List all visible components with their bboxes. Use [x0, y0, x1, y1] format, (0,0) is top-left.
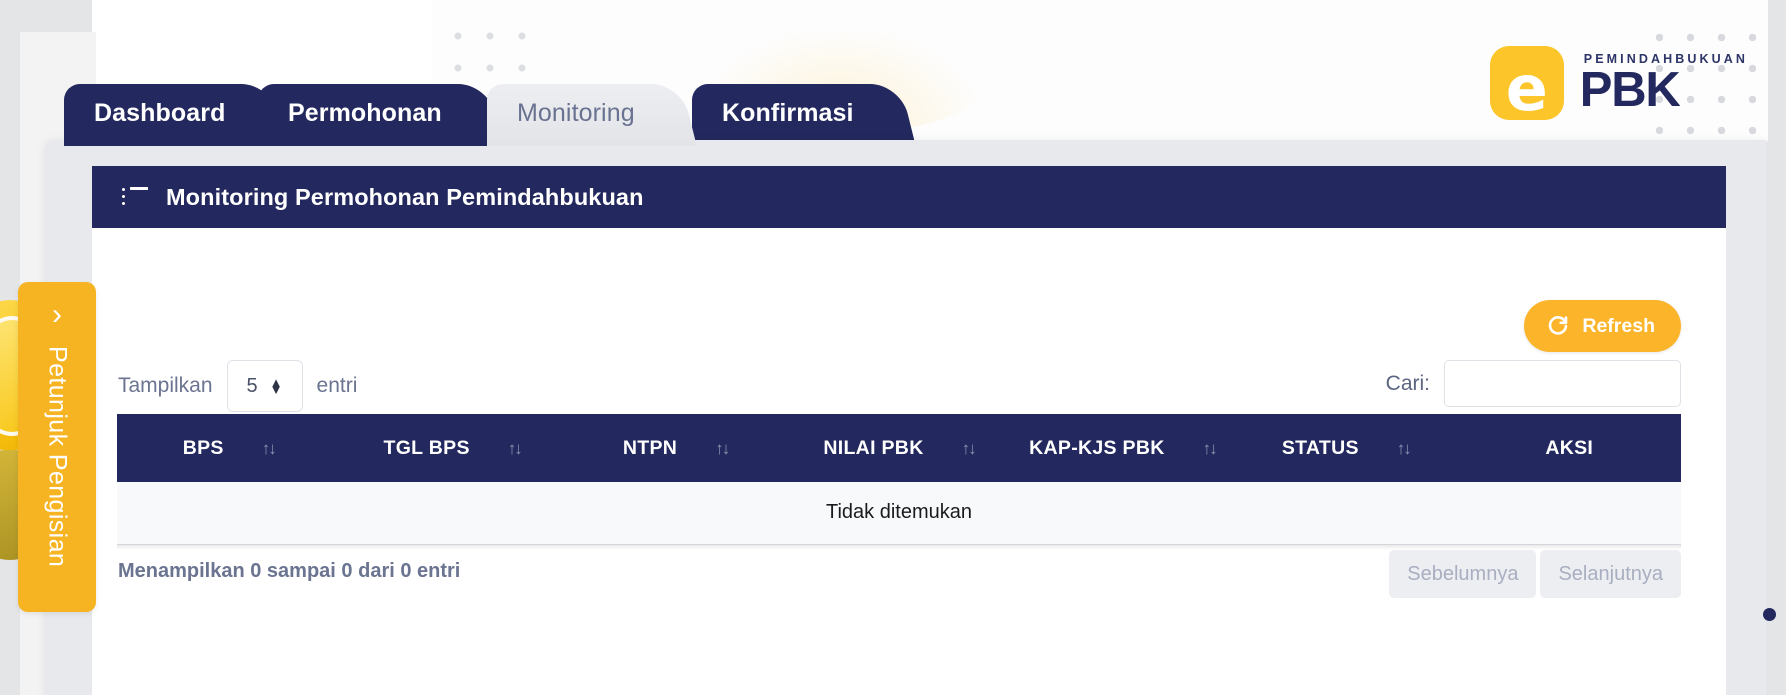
scroll-indicator-dot[interactable] [1763, 608, 1776, 621]
logo-letter: e [1505, 52, 1548, 125]
entries-select[interactable]: 5 ▲ ▼ [226, 360, 303, 412]
table-body: Tidak ditemukan [117, 482, 1681, 545]
entries-info-text: Menampilkan 0 sampai 0 dari 0 entri [118, 560, 461, 582]
logo-mark-icon: e [1489, 46, 1564, 125]
chevron-right-icon: › [52, 298, 62, 331]
column-header-ntpn[interactable]: NTPN ↑↓ [563, 414, 788, 482]
app-logo: e PEMINDAHBUKUAN PBK [1489, 46, 1748, 125]
app-root: e PEMINDAHBUKUAN PBK Dashboard Permohona… [0, 0, 1786, 695]
column-header-bps[interactable]: BPS ↑↓ [117, 414, 341, 482]
panel-header: Monitoring Permohonan Pemindahbukuan [92, 166, 1726, 228]
tab-permohonan[interactable]: Permohonan [258, 84, 480, 146]
entries-prefix-label: Tampilkan [118, 374, 213, 397]
pagination: Sebelumnya Selanjutnya [1389, 550, 1681, 598]
sort-icon: ↑↓ [507, 438, 523, 458]
data-table-wrapper: BPS ↑↓ TGL BPS ↑↓ NTPN ↑↓ NILAI PBK ↑↓ K… [117, 414, 1681, 550]
refresh-button-label: Refresh [1582, 314, 1655, 337]
table-controls: Tampilkan 5 ▲ ▼ entri Cari: [118, 360, 1681, 416]
tab-konfirmasi-label: Konfirmasi [722, 98, 854, 127]
column-label: KAP-KJS PBK [1029, 436, 1165, 459]
refresh-button[interactable]: Refresh [1524, 300, 1681, 352]
table-header-row: BPS ↑↓ TGL BPS ↑↓ NTPN ↑↓ NILAI PBK ↑↓ K… [117, 414, 1681, 482]
column-label: BPS [182, 436, 224, 459]
column-label: NILAI PBK [823, 436, 924, 459]
logo-title: PBK [1579, 63, 1681, 118]
column-header-tgl-bps[interactable]: TGL BPS ↑↓ [340, 414, 564, 482]
tab-konfirmasi[interactable]: Konfirmasi [692, 84, 892, 146]
column-header-aksi: AKSI [1457, 414, 1681, 482]
column-label: AKSI [1545, 436, 1594, 459]
table-footer: Menampilkan 0 sampai 0 dari 0 entri Sebe… [118, 550, 1681, 602]
entries-suffix-label: entri [316, 374, 358, 397]
column-header-nilai-pbk[interactable]: NILAI PBK ↑↓ [787, 414, 1011, 482]
right-edge-strip [1768, 0, 1786, 695]
page-title: Monitoring Permohonan Pemindahbukuan [166, 183, 644, 210]
pagination-next-button[interactable]: Selanjutnya [1540, 550, 1681, 598]
sort-icon: ↑↓ [261, 438, 277, 458]
column-header-status[interactable]: STATUS ↑↓ [1234, 414, 1458, 482]
pagination-previous-button[interactable]: Sebelumnya [1389, 550, 1537, 598]
refresh-icon [1546, 314, 1570, 338]
sort-icon: ↑↓ [961, 438, 977, 458]
sort-icon: ↑↓ [715, 438, 730, 458]
tab-monitoring-label: Monitoring [517, 98, 635, 127]
column-label: NTPN [622, 436, 678, 459]
data-table: BPS ↑↓ TGL BPS ↑↓ NTPN ↑↓ NILAI PBK ↑↓ K… [117, 414, 1681, 545]
sidebar-item-label: Petunjuk Pengisian [43, 346, 72, 568]
tab-monitoring[interactable]: Monitoring [487, 84, 673, 146]
entries-select-value: 5 [246, 374, 258, 397]
search-control: Cari: [1386, 360, 1681, 407]
sort-icon: ↑↓ [1396, 438, 1412, 458]
sidebar-item-petunjuk-pengisian[interactable]: › Petunjuk Pengisian [18, 282, 96, 612]
column-label: STATUS [1281, 436, 1359, 459]
column-label: TGL BPS [383, 436, 470, 459]
table-head: BPS ↑↓ TGL BPS ↑↓ NTPN ↑↓ NILAI PBK ↑↓ K… [117, 414, 1681, 482]
chevron-updown-icon: ▲ ▼ [269, 374, 283, 397]
table-empty-message: Tidak ditemukan [117, 482, 1681, 545]
search-input[interactable] [1444, 360, 1681, 407]
tab-permohonan-label: Permohonan [288, 98, 442, 127]
list-icon [122, 187, 148, 207]
sort-icon: ↑↓ [1202, 438, 1218, 458]
tab-dashboard[interactable]: Dashboard [64, 84, 264, 146]
panel-body: Refresh Tampilkan 5 ▲ ▼ entri Cari: BPS … [92, 228, 1726, 695]
table-empty-row: Tidak ditemukan [117, 482, 1681, 545]
column-header-kap-kjs-pbk[interactable]: KAP-KJS PBK ↑↓ [1010, 414, 1235, 482]
tab-dashboard-label: Dashboard [94, 98, 226, 127]
search-label: Cari: [1385, 371, 1430, 395]
entries-control: Tampilkan 5 ▲ ▼ entri [118, 360, 357, 412]
